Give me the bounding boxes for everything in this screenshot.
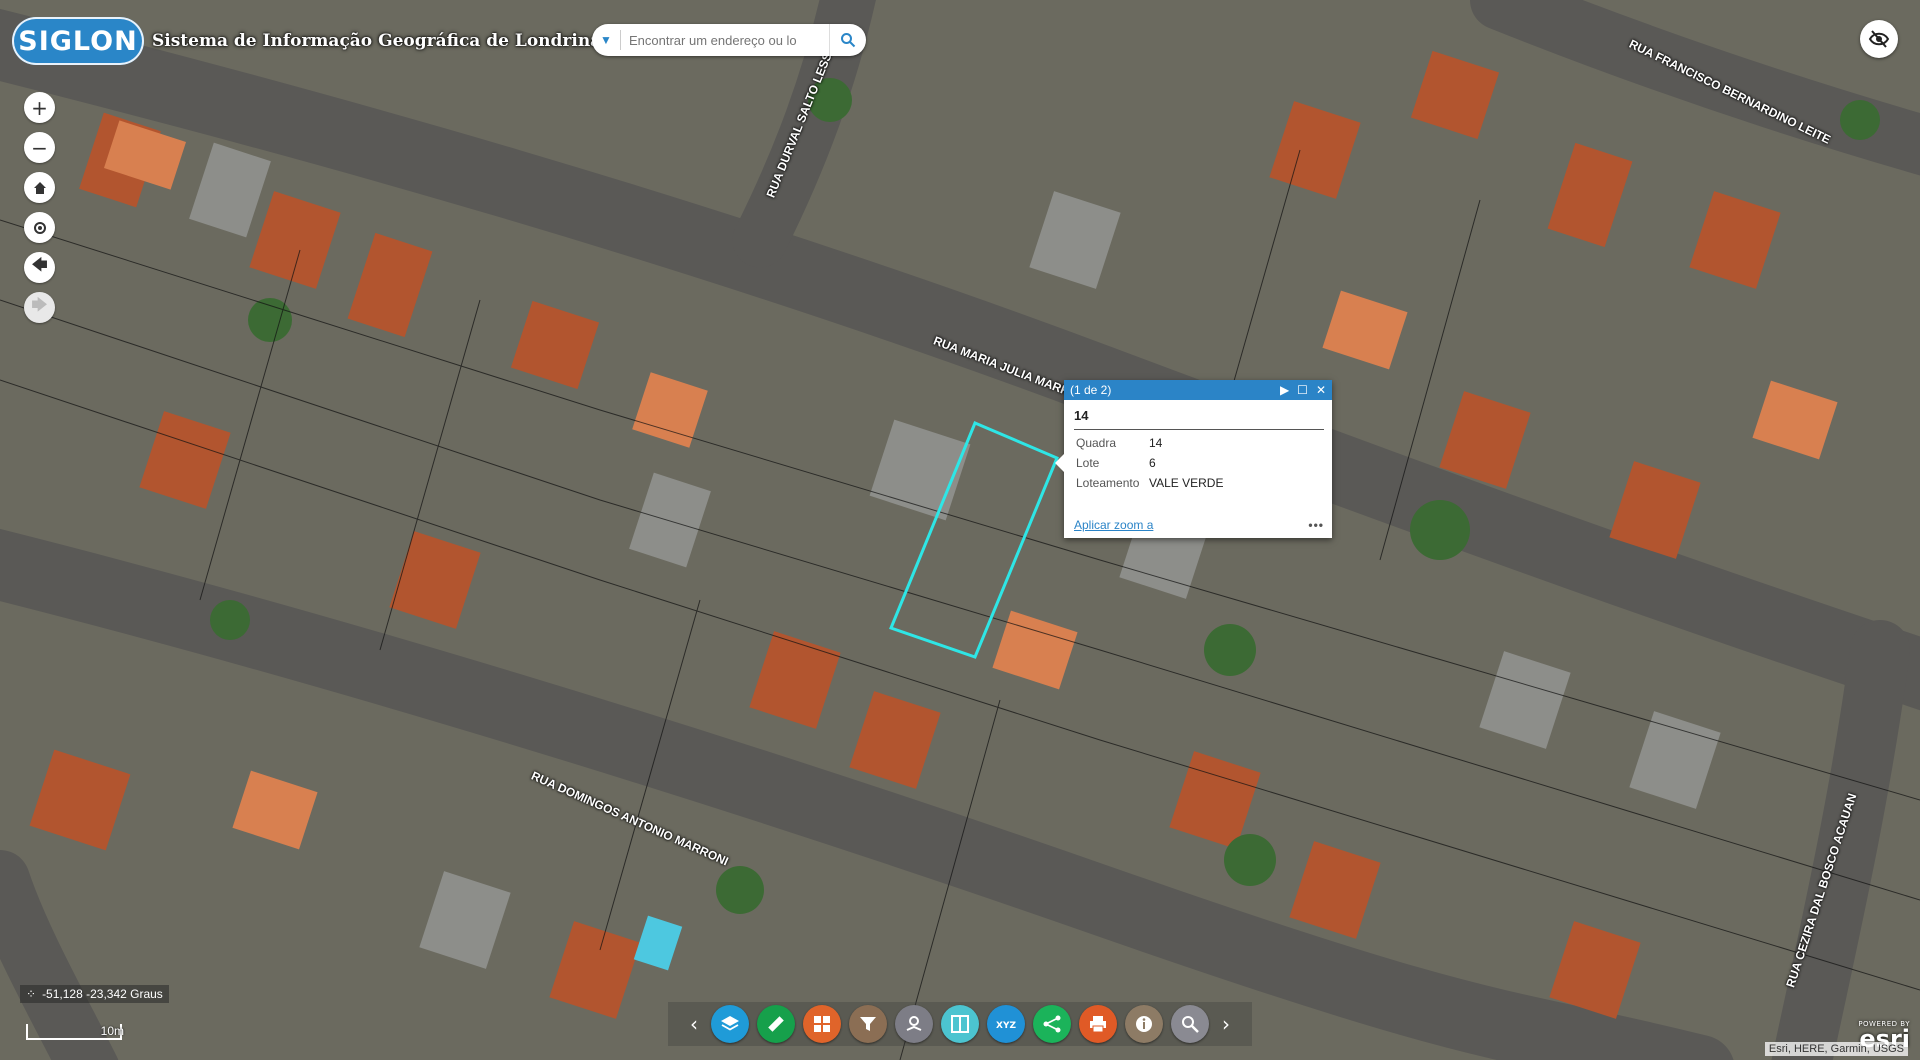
attr-key: Loteamento: [1076, 476, 1140, 490]
coordinate-toggle-icon[interactable]: ⁘: [26, 987, 36, 1001]
locate-button[interactable]: [24, 212, 55, 243]
zoom-to-link[interactable]: Aplicar zoom a: [1074, 518, 1153, 532]
search-icon: [841, 33, 856, 48]
map-attribution[interactable]: Esri, HERE, Garmin, USGS: [1764, 1042, 1908, 1056]
print-button[interactable]: [1079, 1005, 1117, 1043]
share-button[interactable]: [1033, 1005, 1071, 1043]
aerial-map[interactable]: [0, 0, 1920, 1060]
eye-slash-icon: [1868, 30, 1890, 48]
scale-label: 10m: [100, 1024, 124, 1038]
map-navigation-tools: + − 🡄 🡆: [24, 92, 55, 323]
basemap-gallery-button[interactable]: [803, 1005, 841, 1043]
attr-value: 6: [1149, 456, 1156, 470]
arrow-left-icon: 🡄: [31, 255, 48, 274]
filter-icon: [860, 1017, 876, 1031]
query-button[interactable]: [1171, 1005, 1209, 1043]
app-title: Sistema de Informação Geográfica de Lond…: [152, 31, 602, 51]
measure-button[interactable]: [757, 1005, 795, 1043]
magnifier-list-icon: [1182, 1016, 1199, 1033]
arrow-right-icon: 🡆: [31, 295, 48, 314]
previous-extent-button[interactable]: 🡄: [24, 252, 55, 283]
popup-row-lote: Lote 6: [1076, 456, 1322, 470]
map-pin-icon: [906, 1016, 922, 1031]
home-button[interactable]: [24, 172, 55, 203]
ruler-icon: [768, 1016, 784, 1032]
svg-text:XYZ: XYZ: [996, 1021, 1016, 1031]
popup-counter: (1 de 2): [1070, 383, 1112, 397]
info-icon: [1136, 1016, 1152, 1032]
about-button[interactable]: [1125, 1005, 1163, 1043]
app-logo[interactable]: SIGLON: [12, 17, 144, 65]
popup-title: 14: [1074, 408, 1324, 430]
crosshair-icon: [33, 221, 46, 234]
search-source-dropdown[interactable]: ▼: [592, 30, 621, 50]
swipe-icon: [951, 1015, 969, 1033]
maximize-button[interactable]: ☐: [1297, 383, 1308, 397]
grid-icon: [814, 1016, 830, 1032]
close-popup-button[interactable]: ✕: [1316, 383, 1326, 397]
next-feature-button[interactable]: ▶: [1280, 383, 1289, 397]
caret-down-icon: ▼: [600, 33, 612, 47]
popup-row-quadra: Quadra 14: [1076, 436, 1322, 450]
attr-value: 14: [1149, 436, 1163, 450]
xyz-icon: XYZ: [996, 1021, 1016, 1031]
coordinate-readout: ⁘ -51,128 -23,342 Graus: [20, 985, 169, 1003]
attr-value: VALE VERDE: [1149, 476, 1224, 490]
popup-row-loteamento: Loteamento VALE VERDE: [1076, 476, 1322, 490]
attr-key: Lote: [1076, 456, 1100, 470]
feature-popup: (1 de 2) ▶ ☐ ✕ 14 Quadra 14 Lote 6 Lotea…: [1055, 380, 1332, 538]
coordinate-conversion-button[interactable]: XYZ: [987, 1005, 1025, 1043]
popup-header: (1 de 2) ▶ ☐ ✕: [1064, 380, 1332, 400]
search-input[interactable]: [621, 32, 829, 48]
search-button[interactable]: [829, 24, 866, 56]
filter-button[interactable]: [849, 1005, 887, 1043]
coordinate-text: -51,128 -23,342 Graus: [42, 987, 163, 1001]
zoom-out-button[interactable]: −: [24, 132, 55, 163]
popup-footer: Aplicar zoom a •••: [1074, 518, 1324, 532]
hide-ui-button[interactable]: [1860, 20, 1898, 58]
plus-icon: +: [31, 95, 48, 120]
next-extent-button[interactable]: 🡆: [24, 292, 55, 323]
printer-icon: [1090, 1016, 1106, 1033]
share-icon: [1043, 1015, 1061, 1033]
layer-list-button[interactable]: [711, 1005, 749, 1043]
search-widget: ▼: [592, 24, 866, 56]
app-header: SIGLON Sistema de Informação Geográfica …: [12, 13, 601, 69]
minus-icon: −: [31, 135, 48, 160]
swipe-button[interactable]: [941, 1005, 979, 1043]
layers-icon: [721, 1016, 739, 1031]
zoom-in-button[interactable]: +: [24, 92, 55, 123]
location-analysis-button[interactable]: [895, 1005, 933, 1043]
more-actions-button[interactable]: •••: [1308, 518, 1324, 532]
widget-toolbar: ‹ XYZ ›: [668, 1002, 1252, 1046]
attr-key: Quadra: [1076, 436, 1117, 450]
home-icon: [33, 181, 46, 194]
scale-bar: 10m: [26, 1024, 124, 1040]
toolbar-next-button[interactable]: ›: [1217, 1012, 1235, 1036]
toolbar-prev-button[interactable]: ‹: [685, 1012, 703, 1036]
